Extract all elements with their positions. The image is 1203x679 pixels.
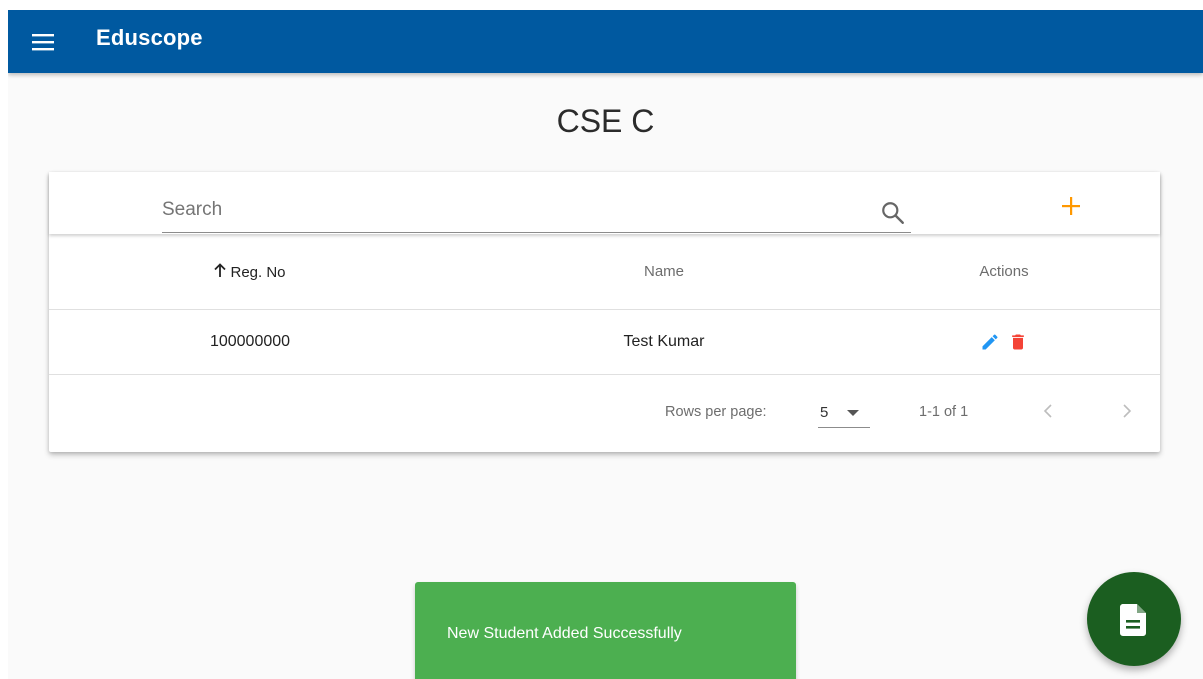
column-label-reg-no: Reg. No xyxy=(230,263,286,281)
rows-per-page-select[interactable]: 5 xyxy=(818,397,870,428)
add-student-button[interactable] xyxy=(1054,189,1088,223)
search-field xyxy=(162,188,911,233)
menu-button[interactable] xyxy=(23,26,65,58)
plus-icon xyxy=(1062,197,1080,215)
search-icon[interactable] xyxy=(880,200,906,226)
search-input[interactable] xyxy=(162,196,862,224)
pagination-range: 1-1 of 1 xyxy=(919,404,969,420)
edit-icon[interactable] xyxy=(980,332,1000,352)
students-table-card: Reg. No Name Actions 100000000 Test Kuma… xyxy=(49,172,1160,452)
column-header-actions: Actions xyxy=(979,263,1029,280)
next-page-button[interactable] xyxy=(1109,393,1145,429)
chevron-left-icon xyxy=(1043,404,1052,418)
snackbar-message: New Student Added Successfully xyxy=(447,625,682,642)
caret-down-icon xyxy=(847,410,859,416)
app-bar: Eduscope xyxy=(8,10,1203,73)
sort-label-reg-no[interactable]: Reg. No xyxy=(214,262,286,281)
app-title: Eduscope xyxy=(96,25,203,50)
previous-page-button[interactable] xyxy=(1031,393,1067,429)
rows-per-page-label: Rows per page: xyxy=(665,404,767,420)
column-header-name[interactable]: Name xyxy=(504,234,824,309)
table-toolbar xyxy=(49,172,1160,234)
cell-reg-no: 100000000 xyxy=(209,333,291,350)
app-window: Eduscope CSE C Search Reg. No Name Actio… xyxy=(8,10,1203,679)
document-icon xyxy=(1120,604,1146,636)
arrow-up-icon xyxy=(214,262,227,277)
table-row: 100000000 Test Kumar xyxy=(49,310,1160,375)
delete-icon[interactable] xyxy=(1008,332,1028,352)
cell-actions xyxy=(904,310,1104,374)
report-fab-button[interactable] xyxy=(1087,572,1181,666)
chevron-right-icon xyxy=(1123,404,1132,418)
column-header-reg-no[interactable]: Reg. No xyxy=(149,234,351,309)
cell-name: Test Kumar xyxy=(623,333,705,350)
page-title: CSE C xyxy=(556,103,655,139)
rows-per-page-value: 5 xyxy=(820,404,829,421)
table-header-row: Reg. No Name Actions xyxy=(49,234,1160,310)
table-pagination: Rows per page: 5 1-1 of 1 xyxy=(49,375,1160,452)
snackbar: New Student Added Successfully xyxy=(415,582,796,679)
hamburger-menu-icon xyxy=(32,34,54,51)
